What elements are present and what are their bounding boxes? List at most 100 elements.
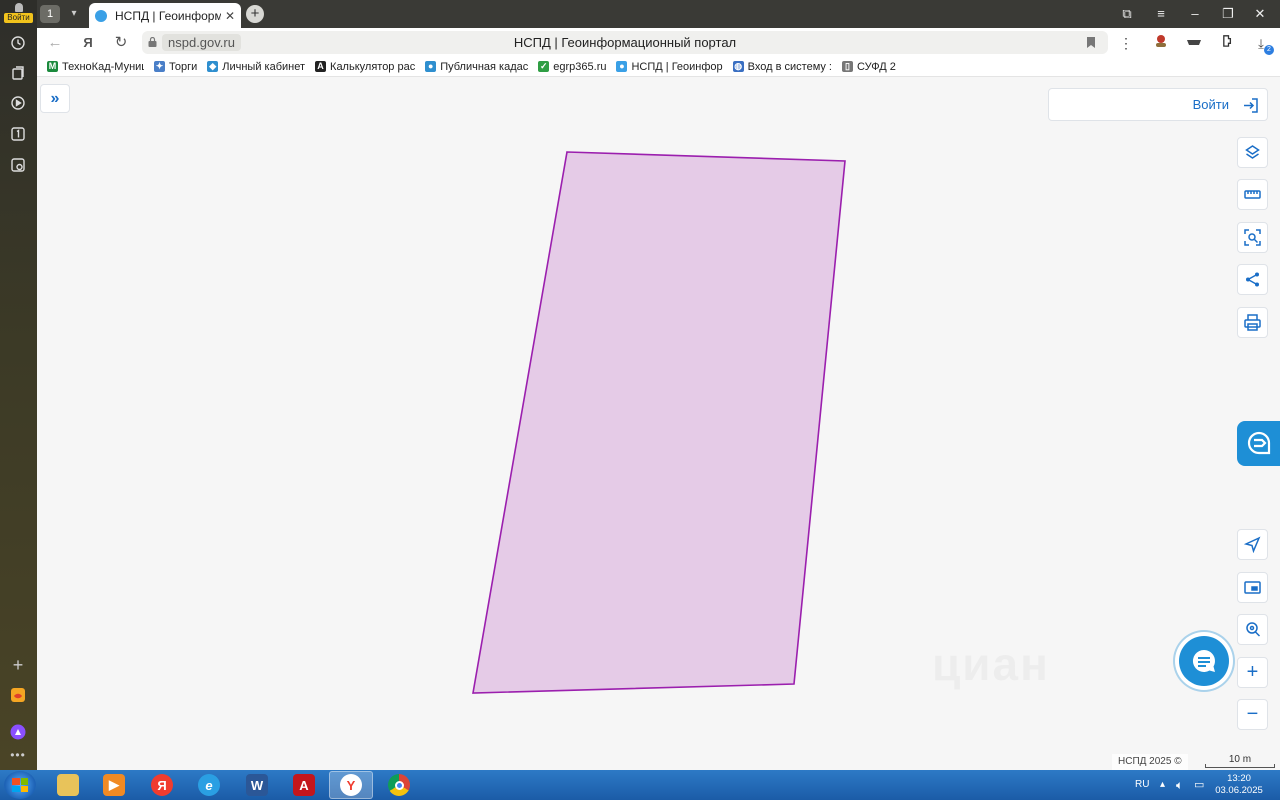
back-icon[interactable]: ←	[45, 33, 65, 53]
alice-icon[interactable]	[8, 722, 28, 742]
bookmark-item[interactable]: ✦ Торги	[154, 61, 197, 73]
bookmark-item[interactable]: M ТехноКад-Муниц	[47, 61, 144, 73]
tabs-manager-icon[interactable]: ⧉	[1112, 0, 1142, 28]
bookmark-item[interactable]: ● НСПД | Геоинфор	[616, 61, 723, 73]
area-select-button[interactable]	[1237, 222, 1268, 253]
taskbar-yandex-browser[interactable]: Y	[329, 771, 373, 799]
more-vertical-icon[interactable]: ⋮	[1116, 33, 1136, 53]
folder-icon	[57, 774, 79, 796]
tab-count-icon[interactable]	[8, 124, 28, 144]
area-select-icon	[1244, 229, 1261, 246]
bookmark-icon[interactable]	[1086, 36, 1096, 49]
a-logo-icon: A	[315, 61, 327, 72]
extension-hat-icon[interactable]	[1184, 33, 1204, 53]
windows-logo-icon	[12, 778, 28, 792]
close-window-icon[interactable]: ✕	[1245, 0, 1275, 28]
sidebar-login-button[interactable]: Войти	[4, 3, 33, 25]
page-title: НСПД | Геоинформационный портал	[513, 35, 737, 50]
more-icon[interactable]: •••	[8, 745, 28, 765]
layers-icon	[1245, 145, 1260, 159]
acrobat-icon: A	[293, 774, 315, 796]
check-circle-icon: ✓	[538, 61, 550, 72]
screenshot-icon[interactable]	[8, 155, 28, 175]
bookmark-item[interactable]: ◆ Личный кабинет	[207, 61, 305, 73]
extensions-icon[interactable]	[1218, 33, 1238, 53]
map-pin-icon: ●	[425, 61, 437, 72]
login-button[interactable]: Войти	[1048, 88, 1268, 121]
minimap-icon	[1244, 581, 1261, 594]
chat-icon	[1192, 649, 1215, 672]
restore-icon[interactable]: ❐	[1213, 0, 1243, 28]
nspd-logo-icon: ●	[616, 61, 628, 72]
print-button[interactable]	[1237, 307, 1268, 338]
feedback-button[interactable]	[1237, 421, 1280, 466]
clock-time: 13:20	[1227, 773, 1251, 784]
emblem-icon: ✦	[154, 61, 165, 72]
taskbar-yandex[interactable]: Я	[140, 771, 184, 799]
downloads-icon[interactable]: ⤓ 2	[1251, 33, 1274, 55]
video-icon[interactable]	[8, 93, 28, 113]
taskbar-clock[interactable]: 13:20 03.06.2025	[1213, 773, 1265, 797]
tab-count-button[interactable]: 1	[40, 5, 60, 23]
zoom-out-button[interactable]: −	[1237, 699, 1268, 730]
taskbar-word[interactable]: W	[235, 771, 279, 799]
ruler-icon	[1244, 190, 1261, 199]
reload-icon[interactable]: ↻	[111, 33, 131, 53]
taskbar-media-player[interactable]: ▶	[92, 771, 136, 799]
minimize-icon[interactable]: –	[1180, 0, 1210, 28]
start-button[interactable]	[4, 771, 36, 799]
map-canvas[interactable]: циан » Войти + − НСПД 2025 ©	[37, 77, 1280, 770]
share-icon	[1246, 272, 1259, 287]
taskbar-chrome[interactable]	[377, 771, 421, 799]
yandex-home-icon[interactable]: Я	[78, 33, 98, 53]
taskbar-file-explorer[interactable]	[46, 771, 90, 799]
login-icon	[1244, 98, 1258, 113]
notifications-arrow-icon[interactable]: ▴	[1160, 770, 1165, 800]
user-icon	[14, 3, 23, 12]
bookmark-item[interactable]: A Калькулятор рас	[315, 61, 415, 73]
language-indicator[interactable]: RU	[1135, 770, 1149, 800]
zoom-in-button[interactable]: +	[1237, 657, 1268, 688]
share-button[interactable]	[1237, 264, 1268, 295]
new-tab-button[interactable]: +	[246, 5, 264, 23]
history-icon[interactable]	[8, 33, 28, 53]
globe-icon: ◍	[732, 61, 744, 72]
menu-icon[interactable]: ≡	[1146, 0, 1176, 28]
ruler-button[interactable]	[1237, 179, 1268, 210]
bookmark-item[interactable]: ▯ СУФД 2	[842, 61, 896, 73]
expand-panel-button[interactable]: »	[40, 84, 70, 113]
collections-icon[interactable]	[8, 63, 28, 83]
bookmark-item[interactable]: ✓ egrp365.ru	[538, 61, 606, 73]
chat-button[interactable]	[1179, 636, 1229, 686]
bookmark-label: Публичная кадас	[440, 60, 529, 73]
network-icon[interactable]: ▭	[1194, 770, 1204, 800]
taskbar-internet-explorer[interactable]: e	[187, 771, 231, 799]
minimap-button[interactable]	[1237, 572, 1268, 603]
taskbar-acrobat[interactable]: A	[282, 771, 326, 799]
land-parcel-polygon[interactable]	[472, 151, 846, 694]
yandex-icon: Я	[151, 774, 173, 796]
layers-button[interactable]	[1237, 137, 1268, 168]
bookmark-label: Личный кабинет	[222, 60, 306, 73]
browser-sidebar: Войти + •••	[0, 0, 37, 770]
m-logo-icon: M	[47, 61, 58, 72]
bookmark-item[interactable]: ◍ Вход в систему :	[732, 61, 832, 73]
locate-button[interactable]	[1237, 529, 1268, 560]
chevron-down-icon[interactable]: ▾	[65, 5, 83, 23]
volume-icon[interactable]: 🔈︎	[1176, 770, 1183, 800]
bookmark-label: egrp365.ru	[553, 60, 607, 73]
bookmark-label: СУФД 2	[857, 60, 896, 73]
parcel-layer	[472, 151, 846, 694]
scale-line	[1205, 764, 1275, 768]
copyright-label: НСПД 2025 ©	[1112, 754, 1188, 770]
chrome-icon	[388, 774, 410, 796]
close-tab-icon[interactable]: ✕	[225, 9, 235, 23]
media-player-icon: ▶	[103, 774, 125, 796]
add-icon[interactable]: +	[8, 655, 28, 675]
url-field[interactable]: nspd.gov.ru НСПД | Геоинформационный пор…	[142, 31, 1108, 54]
mail-app-icon[interactable]	[8, 685, 28, 705]
extension-avatar-icon[interactable]	[1151, 33, 1171, 53]
tab-active[interactable]: НСПД | Геоинформационный портал ✕	[89, 3, 241, 28]
bookmark-item[interactable]: ● Публичная кадас	[425, 61, 528, 73]
search-location-button[interactable]	[1237, 614, 1268, 645]
